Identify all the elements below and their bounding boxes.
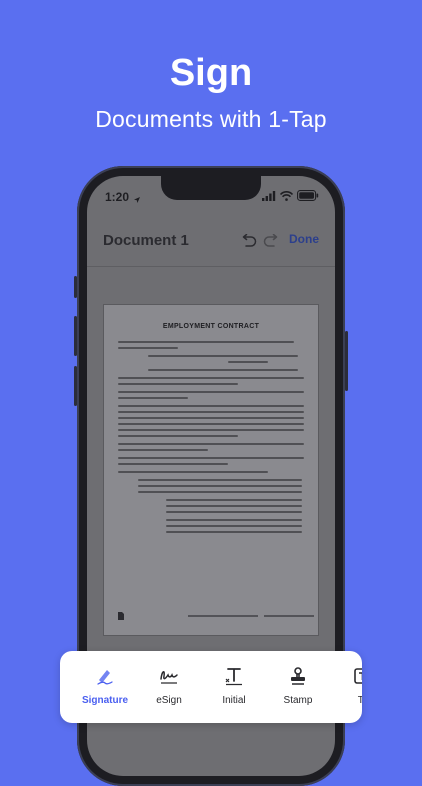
tool-stamp[interactable]: Stamp (265, 651, 331, 723)
redo-icon[interactable] (263, 233, 281, 248)
tool-signature[interactable]: Signature (72, 651, 138, 723)
hero-subtitle: Documents with 1-Tap (95, 106, 327, 132)
status-icons (262, 188, 319, 206)
done-button[interactable]: Done (289, 232, 319, 246)
volume-up-button (74, 316, 77, 356)
tool-label: Te (357, 695, 362, 706)
document-title[interactable]: Document 1 (103, 232, 189, 249)
document-page[interactable]: EMPLOYMENT CONTRACT (103, 304, 319, 636)
undo-icon[interactable] (239, 233, 257, 248)
tool-initial[interactable]: Initial (201, 651, 267, 723)
mute-switch (74, 276, 77, 298)
volume-down-button (74, 366, 77, 406)
hero-title: Sign (169, 52, 253, 94)
tool-label: Initial (222, 695, 246, 706)
text-icon (353, 666, 362, 686)
stamp-icon (288, 666, 308, 686)
esign-scribble-icon (159, 666, 179, 686)
signature-pen-icon (95, 666, 115, 686)
app-bar-divider (87, 266, 335, 267)
tool-label: Signature (81, 695, 129, 706)
signing-tools-panel: Signature eSign Initial Stamp T (60, 651, 362, 723)
initial-text-icon (224, 666, 244, 686)
document-body (118, 341, 304, 537)
status-time: 1:20 (105, 190, 130, 204)
cellular-signal-icon (262, 188, 276, 206)
document-file-icon (118, 607, 124, 625)
editor-app-bar: Document 1 Done (87, 222, 335, 262)
tool-label: eSign (156, 695, 182, 706)
tool-label: Stamp (283, 695, 313, 706)
tool-esign[interactable]: eSign (136, 651, 202, 723)
wifi-icon (279, 188, 294, 206)
location-arrow-icon (133, 191, 141, 209)
battery-icon (297, 188, 319, 206)
notch (161, 176, 261, 200)
document-footer (118, 607, 314, 625)
document-heading: EMPLOYMENT CONTRACT (162, 323, 260, 330)
tool-text[interactable]: Te (330, 651, 362, 723)
power-button (345, 331, 348, 391)
